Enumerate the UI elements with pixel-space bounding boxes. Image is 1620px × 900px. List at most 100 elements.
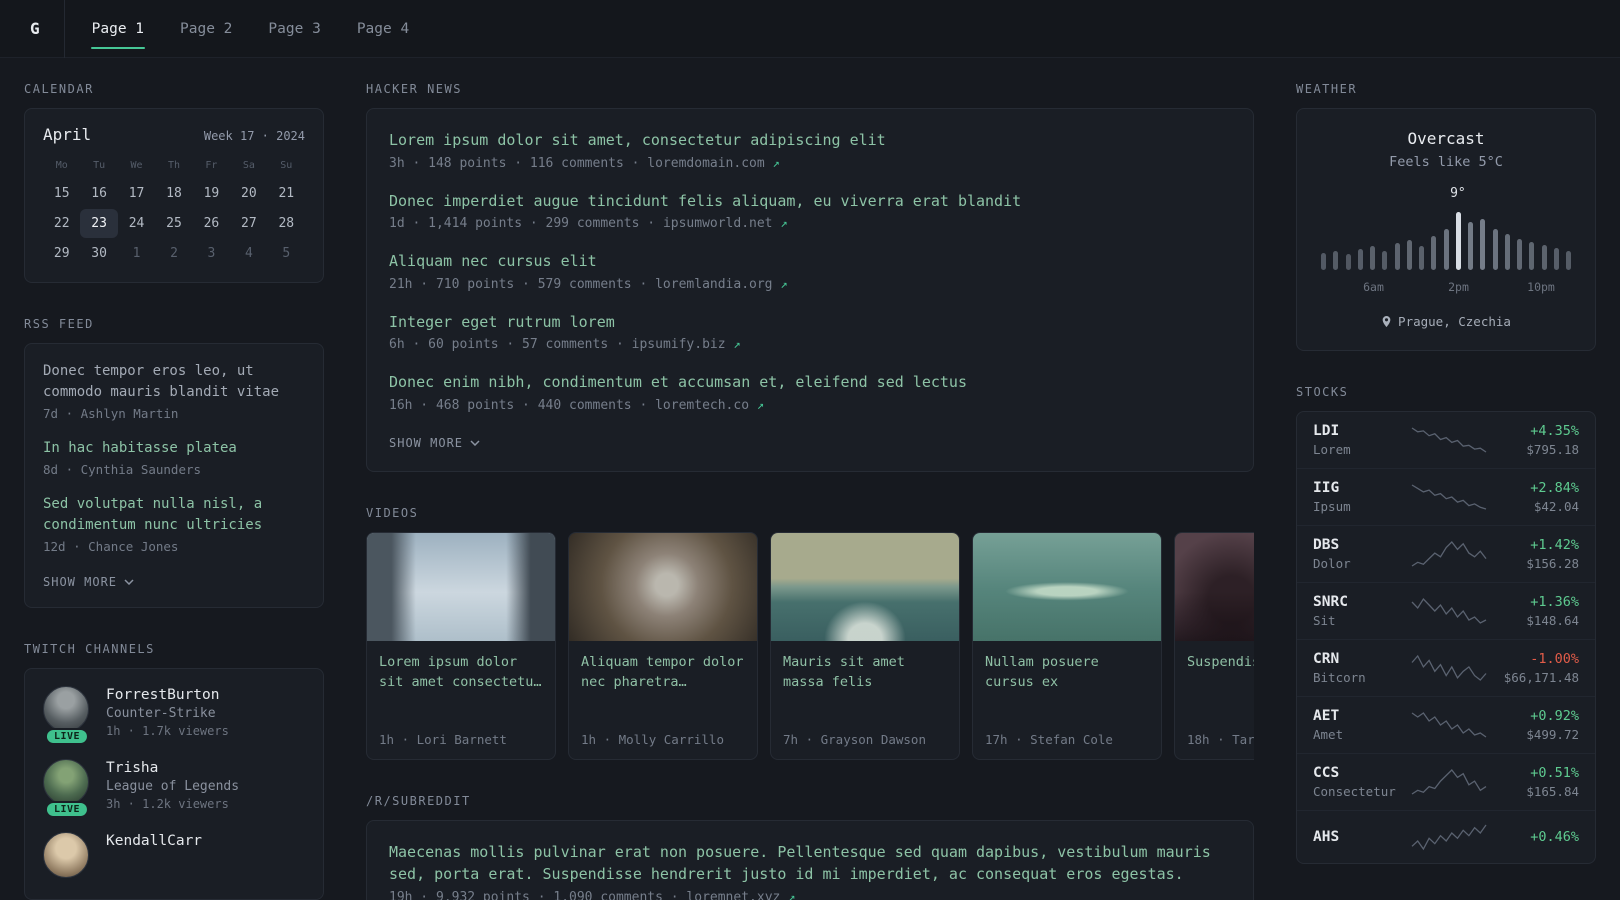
calendar-weekday: Th [167,160,181,171]
weather-bar [1431,236,1437,270]
stock-sparkline [1405,822,1493,852]
stock-identity: IIG Ipsum [1313,480,1405,514]
stock-identity: AET Amet [1313,708,1405,742]
channel-name[interactable]: ForrestBurton [106,686,229,703]
stock-ticker[interactable]: AHS [1313,829,1405,845]
video-card[interactable]: Mauris sit amet massa felis 7h · Grayson … [770,531,960,760]
stock-row[interactable]: AHS +0.46% [1297,810,1595,863]
hackernews-item-title[interactable]: Integer eget rutrum lorem [389,311,1231,334]
calendar-day[interactable]: 30 [80,239,117,268]
tab-page-4[interactable]: Page 4 [346,0,420,58]
hackernews-item: Aliquam nec cursus elit 21h · 710 points … [389,250,1231,292]
weather-feels-like: Feels like 5°C [1389,154,1503,170]
stock-ticker[interactable]: CCS [1313,765,1405,781]
subreddit-item: Maecenas mollis pulvinar erat non posuer… [389,841,1231,900]
video-title[interactable]: Nullam posuere cursus ex [985,652,1149,694]
channel-name[interactable]: Trisha [106,759,239,776]
calendar-day[interactable]: 20 [230,179,267,208]
calendar-day[interactable]: 19 [193,179,230,208]
stock-values: +0.92% $499.72 [1493,708,1579,742]
stock-row[interactable]: IIG Ipsum +2.84% $42.04 [1297,468,1595,525]
video-card[interactable]: Suspendisse diam 18h · Tara [1174,531,1254,760]
video-title[interactable]: Suspendisse diam [1187,652,1254,673]
rss-item-title[interactable]: Sed volutpat nulla nisl, a condimentum n… [43,494,305,536]
calendar-day[interactable]: 4 [230,239,267,268]
calendar-day[interactable]: 15 [43,179,80,208]
hackernews-show-more-button[interactable]: SHOW MORE [389,436,480,450]
calendar-day[interactable]: 16 [80,179,117,208]
hackernews-item-domain[interactable]: ipsumify.biz [632,337,734,352]
calendar-day[interactable]: 25 [155,209,192,238]
subreddit-item-title[interactable]: Maecenas mollis pulvinar erat non posuer… [389,841,1231,886]
calendar-day[interactable]: 18 [155,179,192,208]
tab-page-3[interactable]: Page 3 [257,0,331,58]
calendar-day[interactable]: 21 [268,179,305,208]
app-logo[interactable]: G [30,0,65,58]
hackernews-item-title[interactable]: Donec enim nibh, condimentum et accumsan… [389,371,1231,394]
calendar-day[interactable]: 24 [118,209,155,238]
video-thumbnail-figure-at-dusk [1175,532,1254,641]
twitch-channel[interactable]: KendallCarr [43,832,305,878]
stock-ticker[interactable]: AET [1313,708,1405,724]
twitch-channel[interactable]: LIVE Trisha League of Legends 3h · 1.2k vie… [43,759,305,818]
calendar-day[interactable]: 26 [193,209,230,238]
stock-change: +4.35% [1530,423,1579,439]
hackernews-item-title[interactable]: Donec imperdiet augue tincidunt felis al… [389,190,1231,213]
video-title[interactable]: Lorem ipsum dolor sit amet consectetu… [379,652,543,694]
video-card[interactable]: Aliquam tempor dolor nec pharetra… 1h · M… [568,531,758,760]
channel-name[interactable]: KendallCarr [106,832,202,849]
hackernews-list: Lorem ipsum dolor sit amet, consectetur … [389,129,1231,413]
video-title[interactable]: Aliquam tempor dolor nec pharetra… [581,652,745,694]
weather-bar [1321,253,1326,270]
calendar-day[interactable]: 5 [268,239,305,268]
hackernews-item-domain[interactable]: loremlandia.org [655,277,780,292]
stock-row[interactable]: CRN Bitcorn -1.00% $66,171.48 [1297,639,1595,696]
hackernews-item-title[interactable]: Aliquam nec cursus elit [389,250,1231,273]
hackernews-item-domain[interactable]: ipsumworld.net [663,216,780,231]
rss-item-title[interactable]: In hac habitasse platea [43,438,305,459]
channel-category[interactable]: League of Legends [106,779,239,794]
calendar-day[interactable]: 29 [43,239,80,268]
calendar-day-selected[interactable]: 23 [80,209,118,238]
stock-row[interactable]: LDI Lorem +4.35% $795.18 [1297,412,1595,468]
dashboard: CALENDAR April Week 17 · 2024 Mo Tu We Th Fr… [0,58,1620,900]
stock-ticker[interactable]: IIG [1313,480,1405,496]
video-card[interactable]: Nullam posuere cursus ex 17h · Stefan Col… [972,531,1162,760]
calendar-day[interactable]: 27 [230,209,267,238]
hackernews-item-title[interactable]: Lorem ipsum dolor sit amet, consectetur … [389,129,1231,152]
channel-meta: 1h · 1.7k viewers [106,724,229,738]
avatar [43,832,91,878]
calendar-day[interactable]: 2 [155,239,192,268]
rss-item-title[interactable]: Donec tempor eros leo, ut commodo mauris… [43,361,305,403]
video-title[interactable]: Mauris sit amet massa felis [783,652,947,694]
stock-row[interactable]: CCS Consectetur +0.51% $165.84 [1297,753,1595,810]
rss-show-more-button[interactable]: SHOW MORE [43,575,134,589]
stock-ticker[interactable]: DBS [1313,537,1405,553]
calendar-day[interactable]: 22 [43,209,80,238]
subreddit-item-domain[interactable]: loremnet.xyz [686,890,788,900]
stock-row[interactable]: SNRC Sit +1.36% $148.64 [1297,582,1595,639]
hackernews-item-domain[interactable]: loremtech.co [655,398,757,413]
stock-ticker[interactable]: CRN [1313,651,1405,667]
twitch-channel[interactable]: LIVE ForrestBurton Counter-Strike 1h · 1.7k… [43,686,305,745]
stock-ticker[interactable]: SNRC [1313,594,1405,610]
stock-ticker[interactable]: LDI [1313,423,1405,439]
stock-row[interactable]: DBS Dolor +1.42% $156.28 [1297,525,1595,582]
channel-category[interactable]: Counter-Strike [106,706,229,721]
sparkline-chart [1411,427,1487,453]
video-card[interactable]: Lorem ipsum dolor sit amet consectetu… 1h… [366,531,556,760]
calendar-day[interactable]: 17 [118,179,155,208]
rss-card: Donec tempor eros leo, ut commodo mauris… [24,343,324,608]
tab-page-2[interactable]: Page 2 [169,0,243,58]
stock-row[interactable]: AET Amet +0.92% $499.72 [1297,696,1595,753]
tab-page-1[interactable]: Page 1 [81,0,155,58]
hackernews-item: Donec enim nibh, condimentum et accumsan… [389,371,1231,413]
hackernews-item-domain[interactable]: loremdomain.com [647,156,772,171]
rss-item-meta: 7d · Ashlyn Martin [43,406,179,421]
external-link-icon: ↗ [772,155,780,170]
calendar-day[interactable]: 1 [118,239,155,268]
calendar-day[interactable]: 28 [268,209,305,238]
section-title-subreddit: /R/SUBREDDIT [366,793,471,808]
video-meta: 1h · Lori Barnett [379,731,507,747]
calendar-day[interactable]: 3 [193,239,230,268]
